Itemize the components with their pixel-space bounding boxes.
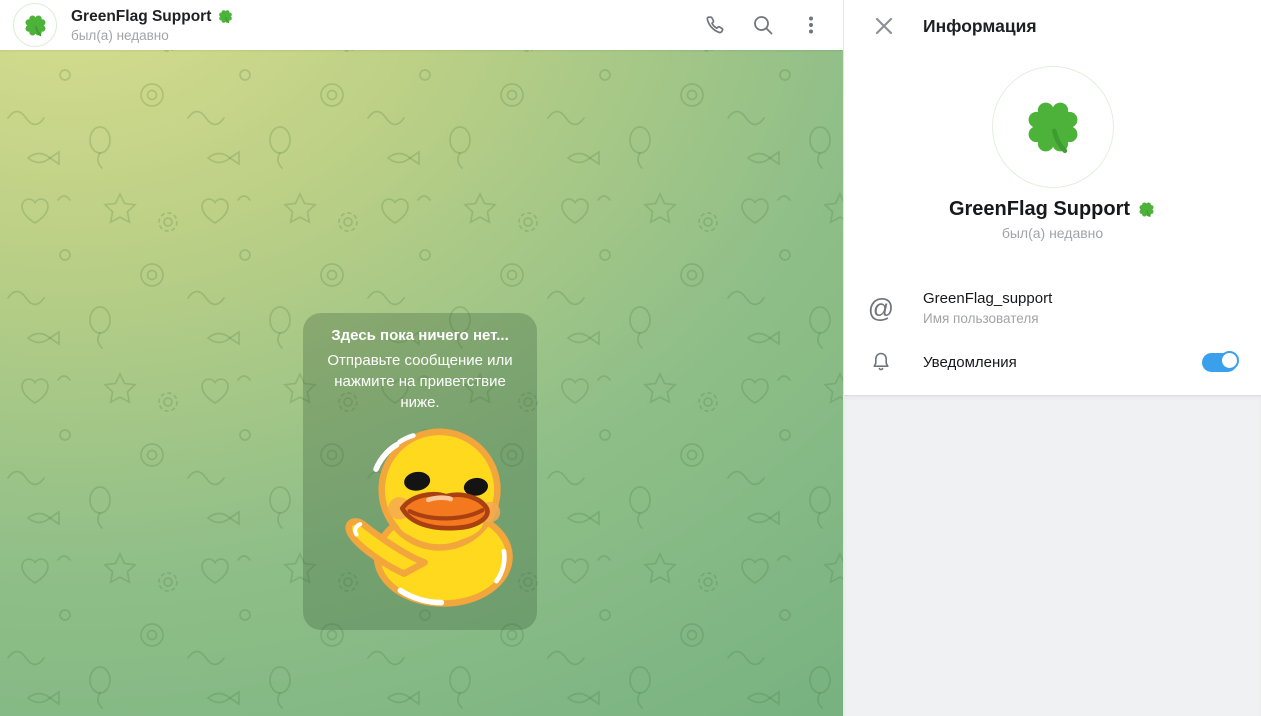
- clover-emoji: [1137, 200, 1156, 219]
- duck-sticker-image: [335, 415, 531, 611]
- bell-icon: [869, 350, 893, 374]
- panel-background-filler: [844, 395, 1261, 716]
- close-button[interactable]: [867, 9, 901, 43]
- panel-title: Информация: [923, 16, 1037, 37]
- empty-chat-title: Здесь пока ничего нет...: [331, 326, 508, 346]
- toggle-knob: [1220, 351, 1239, 370]
- notifications-label: Уведомления: [923, 353, 1017, 372]
- username-value: GreenFlag_support: [923, 289, 1052, 308]
- chat-avatar[interactable]: [13, 3, 57, 47]
- close-icon: [873, 15, 895, 37]
- search-icon: [751, 13, 775, 37]
- chat-area: GreenFlag Support был(а) недавно: [0, 0, 843, 716]
- call-button[interactable]: [695, 5, 735, 45]
- profile-name: GreenFlag Support: [949, 197, 1130, 221]
- at-icon: @: [868, 295, 894, 321]
- greeting-sticker[interactable]: [335, 415, 531, 611]
- username-row[interactable]: @ GreenFlag_support Имя пользователя: [844, 277, 1261, 339]
- chat-status: был(а) недавно: [71, 28, 234, 43]
- phone-icon: [703, 13, 727, 37]
- profile-status: был(а) недавно: [1002, 225, 1103, 241]
- chat-header: GreenFlag Support был(а) недавно: [0, 0, 843, 50]
- chat-header-actions: [687, 5, 831, 45]
- info-panel-header: Информация: [844, 0, 1261, 52]
- info-panel: Информация GreenFlag Support был(а) неда…: [843, 0, 1261, 716]
- empty-chat-card: Здесь пока ничего нет... Отправьте сообщ…: [303, 313, 537, 630]
- profile-avatar[interactable]: [992, 66, 1114, 188]
- kebab-menu-icon: [799, 13, 823, 37]
- menu-button[interactable]: [791, 5, 831, 45]
- chat-title: GreenFlag Support: [71, 7, 211, 26]
- info-rows: @ GreenFlag_support Имя пользователя Уве…: [844, 277, 1261, 395]
- clover-emoji: [22, 12, 49, 39]
- profile-section: GreenFlag Support был(а) недавно: [844, 52, 1261, 241]
- notifications-row[interactable]: Уведомления: [844, 339, 1261, 385]
- clover-emoji: [1020, 94, 1086, 160]
- username-label: Имя пользователя: [923, 311, 1052, 327]
- empty-chat-body: Отправьте сообщение или нажмите на приве…: [317, 350, 523, 413]
- search-button[interactable]: [743, 5, 783, 45]
- clover-emoji: [217, 8, 234, 25]
- chat-title-block[interactable]: GreenFlag Support был(а) недавно: [71, 7, 234, 43]
- notifications-toggle[interactable]: [1202, 353, 1237, 372]
